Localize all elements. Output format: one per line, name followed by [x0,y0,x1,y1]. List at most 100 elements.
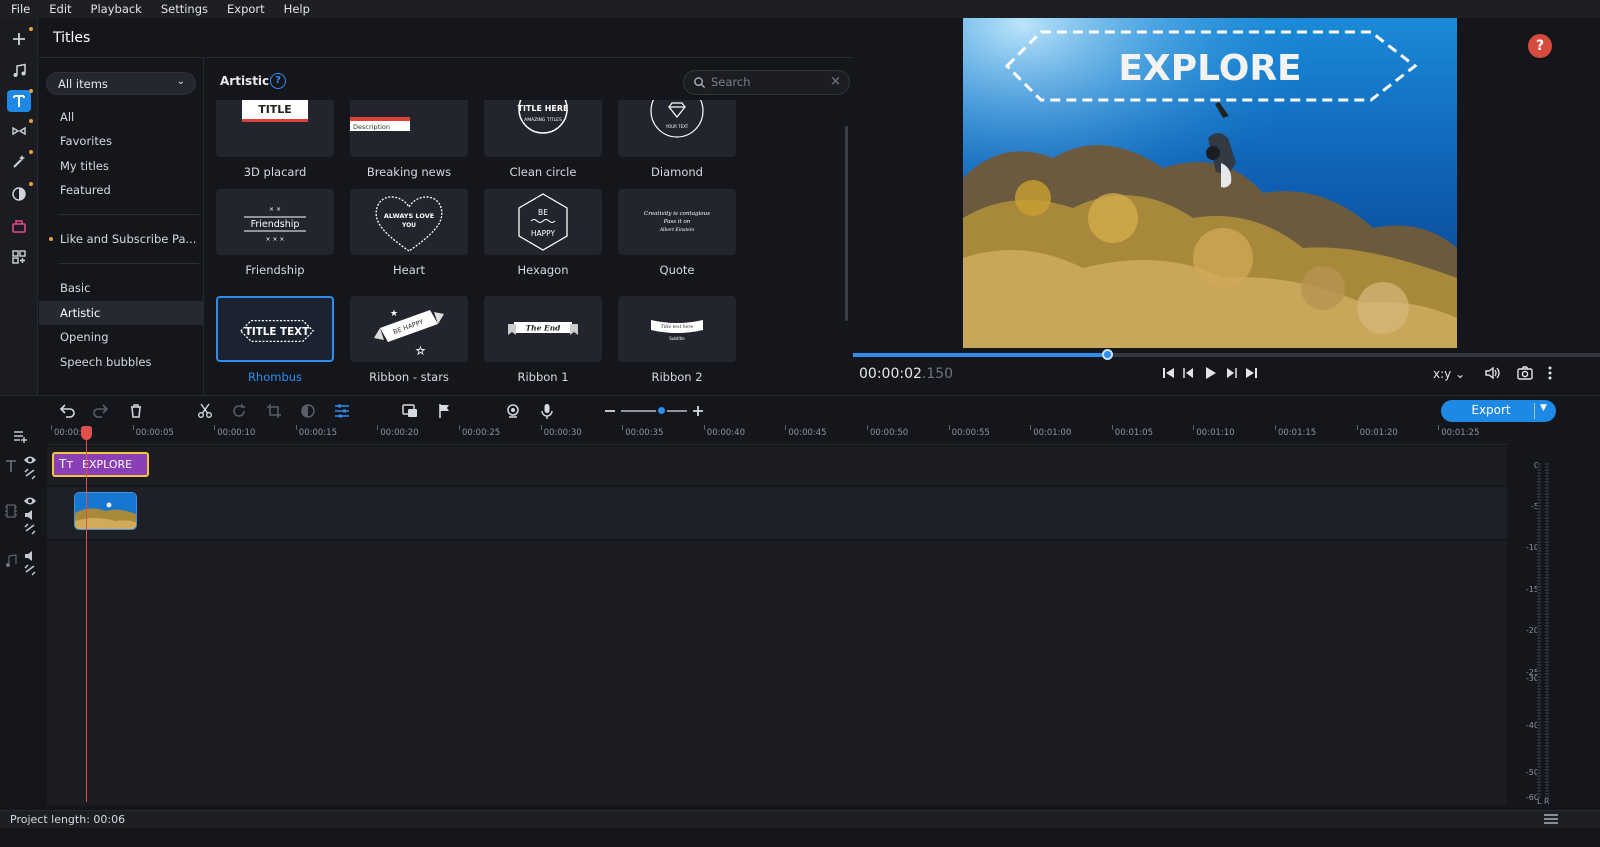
title-tile-hexagon[interactable]: BE HAPPY Hexagon [484,189,602,277]
visibility-toggle[interactable] [23,493,36,505]
record-voiceover-button[interactable] [538,402,556,420]
zoom-out-button[interactable] [601,402,619,420]
zoom-in-button[interactable] [689,402,707,420]
sliders-icon [335,404,349,418]
help-icon[interactable]: ? [270,73,286,89]
category-favorites[interactable]: Favorites [39,129,204,153]
category-featured[interactable]: Featured [39,178,204,202]
menu-playback[interactable]: Playback [91,2,142,16]
title-clip[interactable]: Tт EXPLORE [52,452,149,477]
empty-track-area[interactable] [47,541,1507,805]
visibility-toggle[interactable] [23,452,36,464]
crop-button[interactable] [265,402,283,420]
title-tile-ribbon-1[interactable]: The End Ribbon 1 [484,296,602,384]
menu-help[interactable]: Help [284,2,310,16]
rotate-button[interactable] [230,402,248,420]
tile-thumbnail: Friendship × × × × × [216,189,334,255]
title-tile-diamond[interactable]: YOUR TEXT Diamond [618,100,736,179]
video-clip[interactable] [74,492,137,530]
category-like-and-subscribe[interactable]: Like and Subscribe Pa... [39,227,204,251]
video-preview[interactable]: EXPLORE [963,18,1457,348]
collection-dropdown[interactable]: All items ⌄ [46,72,196,95]
transitions-button[interactable] [7,119,33,142]
menu-file[interactable]: File [11,2,30,16]
menu-settings[interactable]: Settings [161,2,208,16]
previous-frame-button[interactable] [1180,364,1198,382]
aspect-ratio-select[interactable]: x:y ⌄ [1433,367,1465,381]
lock-toggle[interactable] [23,520,36,535]
meter-tick: -60 [1525,793,1539,802]
menu-export[interactable]: Export [227,2,265,16]
group-opening[interactable]: Opening [39,325,204,349]
title-tile-breaking-news[interactable]: Description Breaking news [350,100,468,179]
cut-button[interactable] [196,402,214,420]
snapshot-button[interactable] [1516,364,1534,382]
zoom-slider-track[interactable] [621,410,687,412]
more-options-button[interactable] [1541,364,1559,382]
group-artistic[interactable]: Artistic [39,301,204,325]
volume-button[interactable] [1483,364,1501,382]
add-marker-button[interactable] [436,402,454,420]
redo-button[interactable] [92,402,110,420]
mute-toggle[interactable] [23,548,33,561]
go-to-start-button[interactable] [1160,364,1178,382]
next-frame-button[interactable] [1222,364,1240,382]
undo-button[interactable] [58,402,76,420]
clip-properties-button[interactable] [333,402,351,420]
category-my-titles[interactable]: My titles [39,154,204,178]
group-basic[interactable]: Basic [39,276,204,300]
overlay-button[interactable] [401,402,419,420]
playhead-handle[interactable] [81,426,92,440]
search-input[interactable] [711,75,821,89]
stickers-button[interactable] [7,215,31,237]
category-all[interactable]: All [39,105,204,129]
zoom-slider-handle[interactable] [656,405,667,416]
group-speech-bubbles[interactable]: Speech bubbles [39,350,204,374]
notification-dot [29,119,33,123]
add-media-button[interactable] [7,27,33,50]
lock-toggle[interactable] [23,561,36,576]
titles-button[interactable] [7,89,33,112]
more-tools-button[interactable] [7,246,31,268]
title-tile-rhombus[interactable]: TITLE TEXT Rhombus [216,296,334,384]
audio-meter: 0-5-10-15-20-25-30-40-50-60L R [1507,425,1600,810]
clear-search-icon[interactable]: × [830,74,841,89]
webcam-icon [507,404,519,418]
export-button[interactable]: Export ▼ [1441,400,1556,422]
add-track-button[interactable] [13,428,27,443]
mute-toggle[interactable] [23,507,33,520]
grid-scrollbar[interactable] [845,126,848,321]
music-button[interactable] [7,60,31,82]
title-tile-friendship[interactable]: Friendship × × × × × Friendship [216,189,334,277]
title-tile-ribbon-2[interactable]: Title text here Subtitle Ribbon 2 [618,296,736,384]
title-track[interactable] [47,447,1507,485]
ruler-tick-line [51,425,52,430]
title-tile-ribbon-stars[interactable]: BE HAPPY ★ ★ Ribbon - stars [350,296,468,384]
color-adjust-button[interactable] [299,402,317,420]
video-track[interactable] [47,487,1507,539]
time-ruler[interactable]: 00:00:00 00:00:05 00:00:10 00:00:15 00:00:20… [47,425,1507,445]
record-webcam-button[interactable] [504,402,522,420]
menu-bar: File Edit Playback Settings Export Help [0,0,1600,18]
ruler-tick-line [948,425,950,430]
magic-tools-button[interactable] [7,150,33,173]
title-tile-heart[interactable]: ALWAYS LOVE YOU Heart [350,189,468,277]
title-tile-3d-placard[interactable]: TITLE 3D placard [216,100,334,179]
menu-edit[interactable]: Edit [49,2,71,16]
go-to-end-button[interactable] [1242,364,1260,382]
play-button[interactable] [1201,364,1219,382]
meter-tick: 0 [1519,461,1539,470]
title-tile-quote[interactable]: Creativity is contagious Pass it on Albert… [618,189,736,277]
help-button[interactable]: ? [1528,34,1552,58]
playback-progress[interactable] [853,349,1600,360]
title-tile-clean-circle[interactable]: TITLE HERE AMAZING TITLES Clean circle [484,100,602,179]
filters-button[interactable] [7,182,33,205]
delete-button[interactable] [127,402,145,420]
progress-handle[interactable] [1102,349,1113,360]
chevron-down-icon[interactable]: ▼ [1540,403,1547,413]
step-back-icon [1183,368,1193,378]
lock-toggle[interactable] [23,465,36,480]
list-view-icon[interactable] [1543,813,1559,826]
svg-text:BE: BE [538,208,548,217]
aspect-value: x:y [1433,367,1452,381]
